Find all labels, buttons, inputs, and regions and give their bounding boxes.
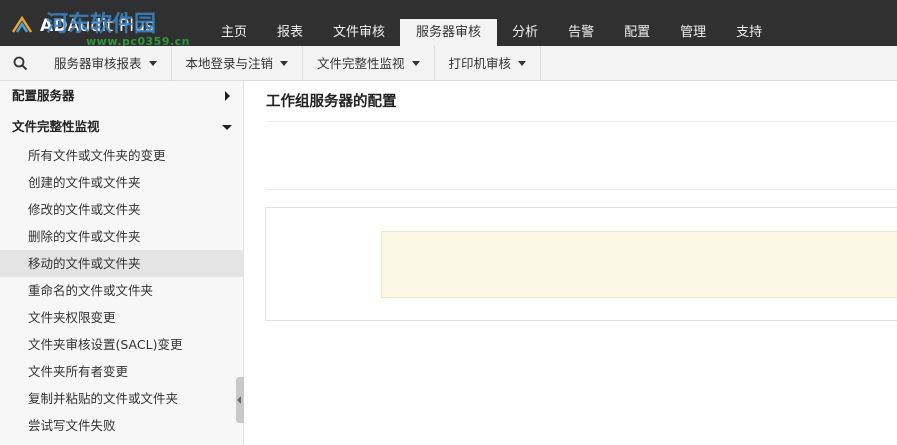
content-panel [265, 207, 897, 321]
sidebar-item-sacl-changes[interactable]: 文件夹审核设置(SACL)变更 [0, 331, 244, 358]
caret-down-icon [280, 61, 289, 66]
sidebar-item-failed-write[interactable]: 尝试写文件失败 [0, 412, 244, 439]
tab-alerts[interactable]: 告警 [553, 19, 609, 46]
tab-admin[interactable]: 管理 [665, 19, 721, 46]
tab-configuration[interactable]: 配置 [609, 19, 665, 46]
sidebar-item-all-changes[interactable]: 所有文件或文件夹的变更 [0, 142, 244, 169]
watermark-text: 河东软件园 [46, 11, 157, 37]
menu-local-logon-logoff[interactable]: 本地登录与注销 [172, 46, 304, 81]
sidebar-item-modified[interactable]: 修改的文件或文件夹 [0, 196, 244, 223]
search-icon[interactable] [10, 54, 32, 74]
menu-label: 文件完整性监视 [317, 56, 405, 71]
tab-reports[interactable]: 报表 [262, 19, 318, 46]
menu-label: 本地登录与注销 [185, 56, 274, 71]
sidebar-item-created[interactable]: 创建的文件或文件夹 [0, 169, 244, 196]
sub-toolbar: 服务器审核报表 本地登录与注销 文件完整性监视 打印机审核 [0, 46, 897, 81]
sidebar-item-owner-changes[interactable]: 文件夹所有者变更 [0, 358, 244, 385]
tab-analytics[interactable]: 分析 [497, 19, 553, 46]
sidebar-section-configure-servers[interactable]: 配置服务器 [0, 81, 244, 111]
tab-file-audit[interactable]: 文件审核 [318, 19, 400, 46]
menu-label: 打印机审核 [448, 56, 512, 71]
page-title: 工作组服务器的配置 [266, 94, 397, 110]
sidebar-item-moved[interactable]: 移动的文件或文件夹 [0, 250, 244, 277]
section-label: 文件完整性监视 [12, 119, 100, 134]
sidebar-item-deleted[interactable]: 删除的文件或文件夹 [0, 223, 244, 250]
divider [266, 189, 897, 190]
sidebar-report-list: 所有文件或文件夹的变更 创建的文件或文件夹 修改的文件或文件夹 删除的文件或文件… [0, 142, 244, 439]
caret-down-icon [148, 61, 157, 66]
tab-server-audit[interactable]: 服务器审核 [400, 19, 498, 46]
caret-down-icon [518, 61, 527, 66]
notice-box [381, 231, 897, 298]
main-content: 工作组服务器的配置 [245, 81, 897, 445]
menu-file-integrity-monitoring[interactable]: 文件完整性监视 [303, 46, 435, 81]
tab-home[interactable]: 主页 [206, 19, 262, 46]
tab-support[interactable]: 支持 [721, 19, 777, 46]
main-nav-tabs: 主页 报表 文件审核 服务器审核 分析 告警 配置 管理 支持 [206, 19, 777, 46]
divider [266, 121, 897, 122]
triangle-down-icon [222, 125, 232, 130]
menu-label: 服务器审核报表 [54, 56, 142, 71]
menu-server-audit-reports[interactable]: 服务器审核报表 [40, 46, 172, 81]
caret-down-icon [411, 61, 420, 66]
section-label: 配置服务器 [12, 88, 75, 103]
sidebar-item-copy-paste[interactable]: 复制并粘贴的文件或文件夹 [0, 385, 244, 412]
sidebar-item-permission-changes[interactable]: 文件夹权限变更 [0, 304, 244, 331]
sub-menu-list: 服务器审核报表 本地登录与注销 文件完整性监视 打印机审核 [40, 46, 542, 81]
sidebar-section-file-integrity[interactable]: 文件完整性监视 [0, 112, 244, 142]
menu-printer-audit[interactable]: 打印机审核 [435, 46, 542, 81]
sidebar-collapse-handle[interactable] [236, 377, 244, 423]
top-navigation-bar: ADAudit Plus 河东软件园 www.pc0359.cn 主页 报表 文… [0, 0, 897, 48]
sidebar-item-renamed[interactable]: 重命名的文件或文件夹 [0, 277, 244, 304]
app-logo[interactable]: ADAudit Plus 河东软件园 www.pc0359.cn [6, 4, 216, 48]
adaudit-logo-icon [11, 15, 33, 33]
triangle-right-icon [225, 91, 230, 101]
left-sidebar: 配置服务器 文件完整性监视 所有文件或文件夹的变更 创建的文件或文件夹 修改的文… [0, 81, 244, 445]
